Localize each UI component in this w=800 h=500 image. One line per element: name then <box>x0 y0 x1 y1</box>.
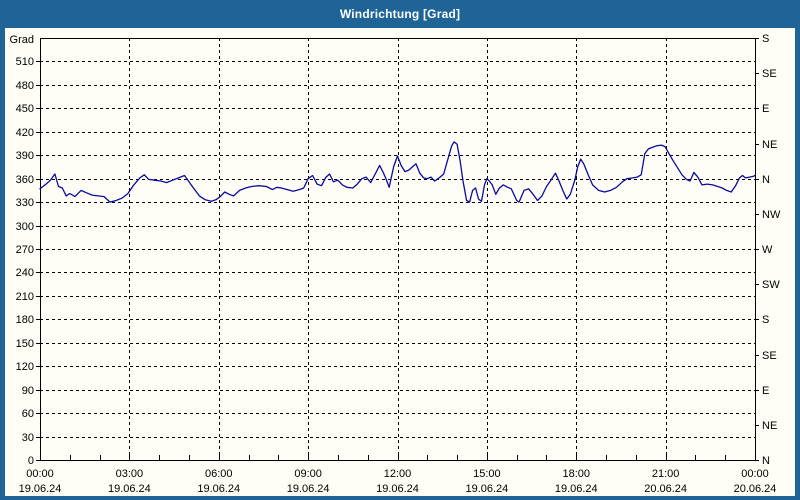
y-axis-tick-label: 240 <box>16 267 34 279</box>
title-bar: Windrichtung [Grad] <box>0 0 800 28</box>
compass-tick-label: NW <box>762 209 781 221</box>
x-axis-time-label: 06:00 <box>205 468 233 480</box>
x-axis-time-label: 21:00 <box>652 468 680 480</box>
chart-window: Windrichtung [Grad] 0 30 60 90 120 150 180 210 2… <box>0 0 800 500</box>
y-axis-tick-label: 480 <box>16 80 34 92</box>
compass-tick-label: E <box>762 385 769 397</box>
compass-tick-label: NE <box>762 139 777 151</box>
y-axis-tick-label: 120 <box>16 361 34 373</box>
x-axis-date-label: 19.06.24 <box>19 483 62 495</box>
chart-body: 0 30 60 90 120 150 180 210 240 270 300 330 360 390 420… <box>5 28 795 496</box>
x-axis-time-label: 12:00 <box>384 468 412 480</box>
compass-tick-label: NE <box>762 420 777 432</box>
x-axis-date-label: 19.06.24 <box>376 483 419 495</box>
x-axis-date-label: 20.06.24 <box>734 483 777 495</box>
x-axis-date-label: 19.06.24 <box>108 483 151 495</box>
compass-tick-label: E <box>762 103 769 115</box>
y-axis-tick-label: 0 <box>28 455 34 467</box>
x-axis-date-label: 19.06.24 <box>465 483 508 495</box>
compass-tick-label: N <box>762 174 770 186</box>
x-axis-time-label: 00:00 <box>741 468 769 480</box>
y-axis-tick-label: 450 <box>16 103 34 115</box>
x-axis-time-label: 18:00 <box>562 468 590 480</box>
y-axis-tick-label: 420 <box>16 127 34 139</box>
compass-tick-label: SE <box>762 68 777 80</box>
y-axis-tick-label: 60 <box>22 408 34 420</box>
x-axis-date-label: 19.06.24 <box>555 483 598 495</box>
compass-tick-label: N <box>762 455 770 467</box>
y-axis-tick-label: 300 <box>16 221 34 233</box>
chart-title: Windrichtung [Grad] <box>339 7 461 21</box>
y-axis-tick-label: 90 <box>22 385 34 397</box>
y-axis-tick-label: 30 <box>22 432 34 444</box>
x-axis-time-label: 03:00 <box>116 468 144 480</box>
x-axis-time-label: 00:00 <box>26 468 54 480</box>
compass-tick-label: S <box>762 33 769 45</box>
compass-tick-label: W <box>762 244 773 256</box>
y-axis-tick-label: 390 <box>16 150 34 162</box>
x-axis-date-label: 20.06.24 <box>644 483 687 495</box>
y-axis-tick-label: 510 <box>16 56 34 68</box>
y-axis-tick-label: 180 <box>16 314 34 326</box>
compass-tick-label: SW <box>762 279 780 291</box>
y-axis-tick-label: 330 <box>16 197 34 209</box>
wind-direction-chart: 0 30 60 90 120 150 180 210 240 270 300 330 360 390 420… <box>10 33 781 495</box>
x-axis-time-label: 15:00 <box>473 468 501 480</box>
y-axis-tick-label: 150 <box>16 338 34 350</box>
compass-tick-label: SE <box>762 350 777 362</box>
x-axis-date-label: 19.06.24 <box>287 483 330 495</box>
y-axis-tick-label: 270 <box>16 244 34 256</box>
compass-tick-label: S <box>762 314 769 326</box>
y-axis-unit-label: Grad <box>10 34 34 46</box>
x-axis-time-label: 09:00 <box>294 468 322 480</box>
y-axis-tick-label: 360 <box>16 174 34 186</box>
x-axis-date-label: 19.06.24 <box>197 483 240 495</box>
y-axis-tick-label: 210 <box>16 291 34 303</box>
